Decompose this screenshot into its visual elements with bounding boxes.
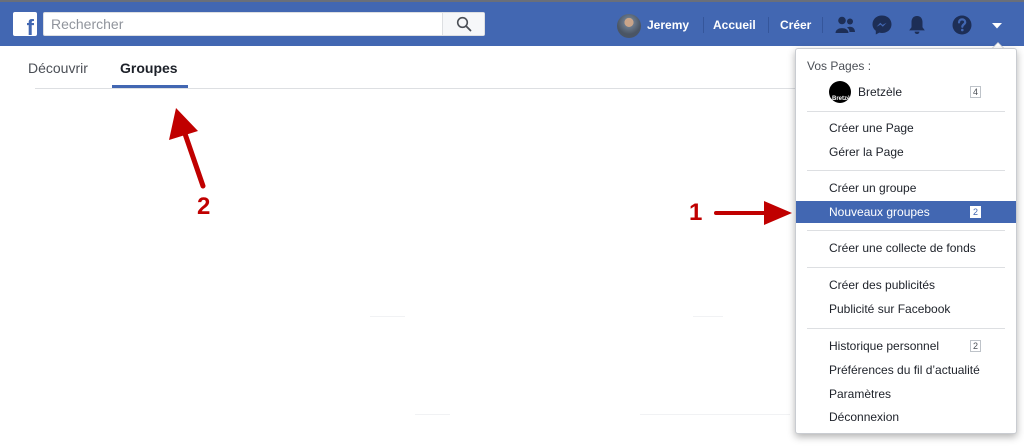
annotation-step-1: 1 [689, 199, 703, 226]
page-avatar: Bretzèle [829, 81, 851, 103]
menu-item-new-groups-label: Nouveaux groupes [829, 205, 930, 219]
menu-item-create-page[interactable]: Créer une Page [796, 117, 1016, 139]
new-groups-badge: 2 [970, 206, 981, 218]
activity-log-badge: 2 [970, 340, 981, 352]
menu-item-settings[interactable]: Paramètres [796, 383, 1016, 405]
page-name: Bretzèle [858, 85, 903, 99]
page-avatar-logo-text: Bretzèle [832, 96, 851, 102]
menu-separator [807, 328, 1005, 329]
menu-separator [807, 230, 1005, 231]
annotation-arrow-1 [714, 201, 792, 225]
menu-separator [807, 170, 1005, 171]
annotation-arrow-2 [169, 108, 206, 189]
page-item-bretzele[interactable]: Bretzèle Bretzèle 4 [796, 77, 1016, 107]
annotation-step-2: 2 [197, 193, 211, 220]
menu-item-new-groups[interactable]: Nouveaux groupes 2 [796, 201, 1016, 223]
menu-item-create-group[interactable]: Créer un groupe [796, 177, 1016, 199]
menu-item-log-out[interactable]: Déconnexion [796, 406, 1016, 428]
menu-item-create-ads[interactable]: Créer des publicités [796, 274, 1016, 296]
page-badge: 4 [970, 86, 981, 98]
menu-item-create-fundraiser[interactable]: Créer une collecte de fonds [796, 237, 1016, 259]
menu-separator [807, 111, 1005, 112]
menu-item-activity-log[interactable]: Historique personnel 2 [796, 335, 1016, 357]
menu-item-advertising-on-facebook[interactable]: Publicité sur Facebook [796, 298, 1016, 320]
pages-header: Vos Pages : [807, 59, 872, 73]
menu-item-manage-page[interactable]: Gérer la Page [796, 141, 1016, 163]
menu-item-activity-log-label: Historique personnel [829, 339, 940, 353]
menu-separator [807, 267, 1005, 268]
menu-item-news-feed-preferences[interactable]: Préférences du fil d’actualité [796, 359, 1016, 381]
account-dropdown-menu: Vos Pages : Bretzèle Bretzèle 4 Créer un… [795, 48, 1017, 434]
